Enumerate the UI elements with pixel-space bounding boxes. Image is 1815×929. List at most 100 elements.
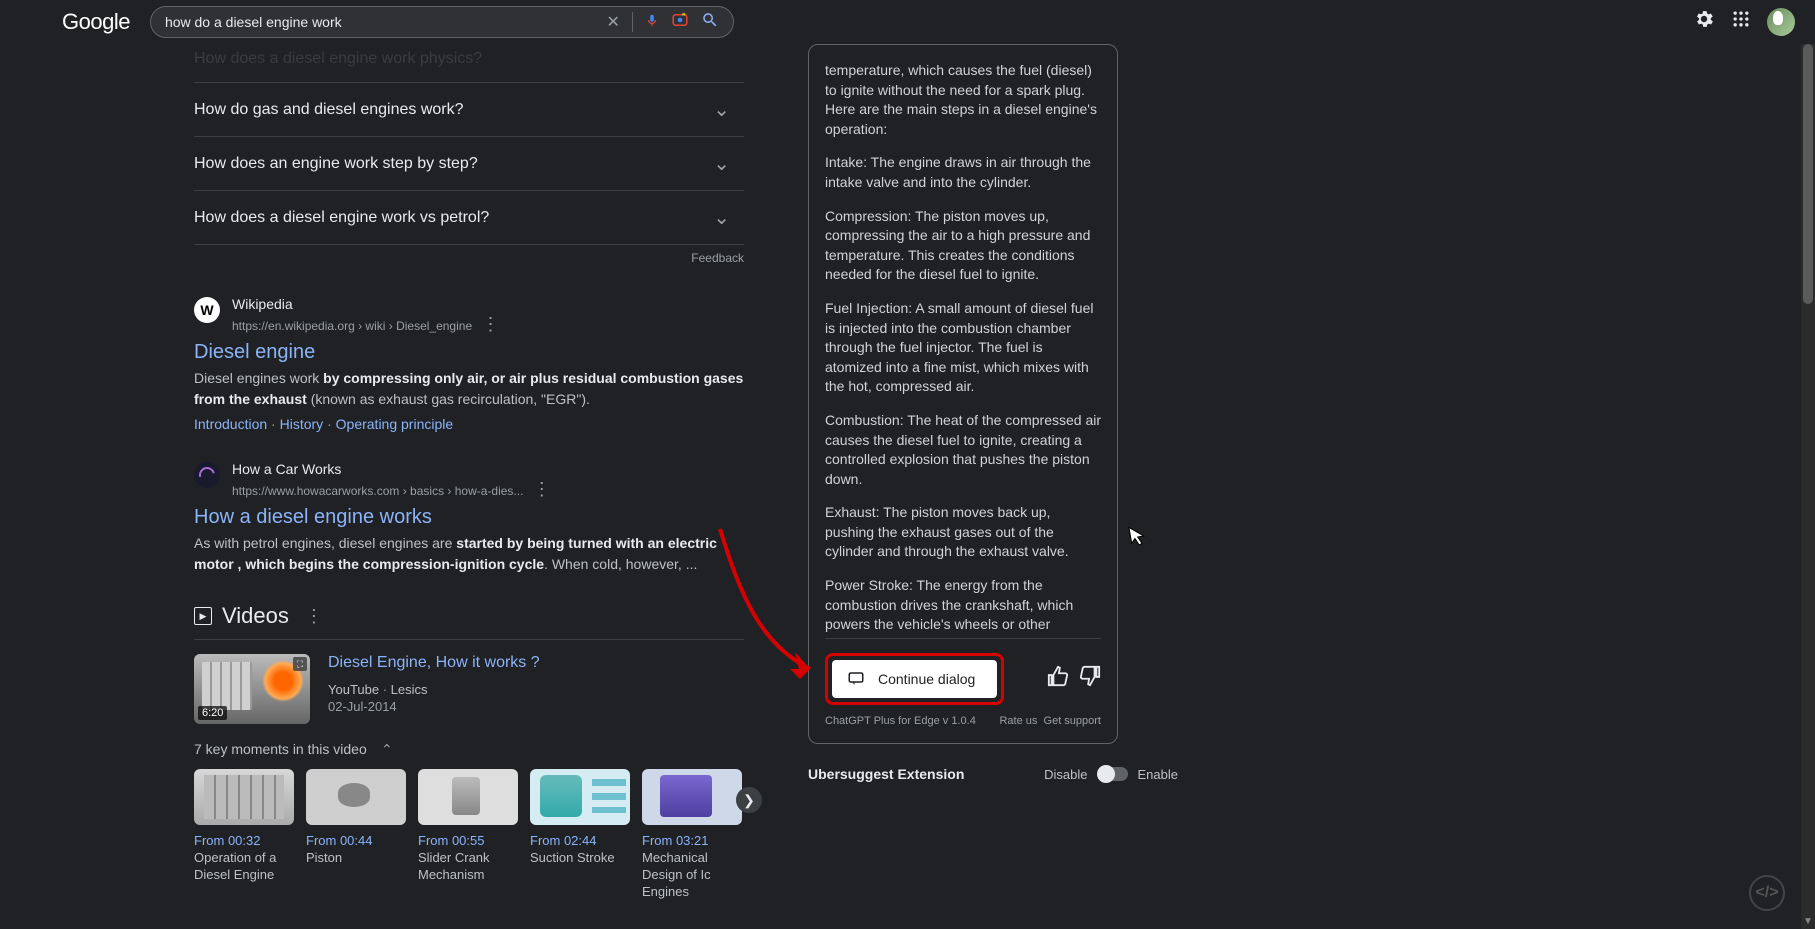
- chevron-down-icon: ⌄: [713, 205, 730, 230]
- moment-item[interactable]: From 02:44 Suction Stroke: [530, 769, 630, 901]
- key-moments-toggle[interactable]: 7 key moments in this video ⌄: [194, 740, 744, 757]
- moment-title: Piston: [306, 850, 406, 867]
- result-source: Wikipedia: [232, 295, 744, 313]
- enable-label: Enable: [1138, 767, 1178, 782]
- result-howacarworks: How a Car Works https://www.howacarworks…: [194, 460, 744, 575]
- toggle-switch[interactable]: [1098, 767, 1128, 781]
- paa-item[interactable]: How do gas and diesel engines work? ⌄: [194, 82, 744, 136]
- code-extension-icon[interactable]: </>: [1749, 875, 1785, 911]
- moment-title: Suction Stroke: [530, 850, 630, 867]
- results-column: How does a diesel engine work physics? H…: [194, 44, 744, 901]
- voice-search-icon[interactable]: [645, 11, 659, 34]
- expand-icon: ⛶: [293, 657, 307, 671]
- result-title-link[interactable]: Diesel engine: [194, 341, 315, 364]
- ubersuggest-toggle: Disable Enable: [1044, 767, 1178, 782]
- feedback-link[interactable]: Feedback: [194, 251, 744, 265]
- moment-item[interactable]: From 00:32 Operation of a Diesel Engine: [194, 769, 294, 901]
- moment-timestamp: From 02:44: [530, 833, 630, 848]
- paa-question-text: How does a diesel engine work physics?: [194, 50, 482, 68]
- video-title-link[interactable]: Diesel Engine, How it works ?: [328, 654, 540, 672]
- moment-timestamp: From 00:44: [306, 833, 406, 848]
- paa-question-text: How does a diesel engine work vs petrol?: [194, 209, 489, 227]
- paa-item-cutoff[interactable]: How does a diesel engine work physics?: [194, 44, 744, 82]
- paa-question-text: How does an engine work step by step?: [194, 155, 478, 173]
- sitelink[interactable]: History: [280, 416, 324, 432]
- video-duration: 6:20: [198, 706, 227, 720]
- chatgpt-response: temperature, which causes the fuel (dies…: [825, 61, 1101, 638]
- ubersuggest-row: Ubersuggest Extension Disable Enable: [808, 766, 1178, 782]
- result-url: https://en.wikipedia.org › wiki › Diesel…: [232, 314, 744, 335]
- next-arrow-button[interactable]: ❯: [736, 787, 762, 813]
- ubersuggest-title: Ubersuggest Extension: [808, 766, 964, 782]
- scrollbar[interactable]: ▲ ▼: [1801, 0, 1815, 929]
- moment-item[interactable]: From 00:44 Piston: [306, 769, 406, 901]
- result-wikipedia: W Wikipedia https://en.wikipedia.org › w…: [194, 295, 744, 432]
- moment-thumbnail: [418, 769, 518, 825]
- paa-question-text: How do gas and diesel engines work?: [194, 101, 464, 119]
- videos-title: Videos: [222, 603, 289, 629]
- sitelink[interactable]: Operating principle: [336, 416, 454, 432]
- continue-highlight: Continue dialog: [825, 653, 1004, 705]
- result-url: https://www.howacarworks.com › basics › …: [232, 479, 744, 500]
- divider: [632, 12, 633, 32]
- paa-block: How does a diesel engine work physics? H…: [194, 44, 744, 265]
- play-icon: ▶: [194, 607, 212, 625]
- header-right: [1693, 8, 1795, 36]
- continue-label: Continue dialog: [878, 671, 975, 687]
- chatgpt-side-panel: temperature, which causes the fuel (dies…: [808, 44, 1118, 744]
- videos-heading: ▶ Videos ⋮: [194, 603, 744, 640]
- support-link[interactable]: Get support: [1044, 715, 1101, 727]
- feedback-thumbs: [1047, 665, 1101, 693]
- scroll-thumb[interactable]: [1803, 44, 1813, 304]
- chevron-down-icon: ⌄: [713, 151, 730, 176]
- search-input[interactable]: [165, 14, 607, 30]
- moment-thumbnail: [642, 769, 742, 825]
- more-icon[interactable]: ⋮: [475, 314, 505, 335]
- scroll-down-icon[interactable]: ▼: [1801, 915, 1815, 929]
- clear-icon[interactable]: ✕: [607, 12, 620, 32]
- sitelink[interactable]: Introduction: [194, 416, 267, 432]
- search-icons: ✕: [607, 11, 719, 34]
- avatar[interactable]: [1767, 8, 1795, 36]
- more-icon[interactable]: ⋮: [527, 479, 557, 500]
- continue-dialog-button[interactable]: Continue dialog: [832, 660, 997, 698]
- video-meta: YouTube · Lesics: [328, 682, 540, 697]
- search-bar[interactable]: ✕: [150, 6, 734, 38]
- lens-icon[interactable]: [671, 11, 689, 34]
- thumbs-up-icon[interactable]: [1047, 665, 1069, 693]
- chevron-down-icon: ⌄: [713, 97, 730, 122]
- video-main: ⛶ 6:20 Diesel Engine, How it works ? You…: [194, 654, 744, 724]
- favicon-icon: [194, 462, 220, 488]
- video-date: 02-Jul-2014: [328, 699, 540, 714]
- header: Google ✕: [0, 0, 1815, 44]
- result-source: How a Car Works: [232, 460, 744, 478]
- rate-link[interactable]: Rate us: [999, 715, 1037, 727]
- moment-timestamp: From 00:32: [194, 833, 294, 848]
- disable-label: Disable: [1044, 767, 1087, 782]
- search-icon[interactable]: [701, 11, 719, 34]
- key-moments-row: From 00:32 Operation of a Diesel Engine …: [194, 769, 744, 901]
- thumbs-down-icon[interactable]: [1079, 665, 1101, 693]
- moment-timestamp: From 03:21: [642, 833, 742, 848]
- more-icon[interactable]: ⋮: [299, 606, 329, 627]
- result-title-link[interactable]: How a diesel engine works: [194, 506, 432, 529]
- result-sitelinks: Introduction · History · Operating princ…: [194, 416, 744, 432]
- version-label: ChatGPT Plus for Edge v 1.0.4: [825, 715, 976, 727]
- side-actions: Continue dialog: [825, 638, 1101, 705]
- paa-item[interactable]: How does an engine work step by step? ⌄: [194, 136, 744, 190]
- side-footer: ChatGPT Plus for Edge v 1.0.4 Rate us Ge…: [825, 715, 1101, 727]
- moment-item[interactable]: From 00:55 Slider Crank Mechanism: [418, 769, 518, 901]
- moment-item[interactable]: From 03:21 Mechanical Design of Ic Engin…: [642, 769, 742, 901]
- moment-thumbnail: [530, 769, 630, 825]
- paa-item[interactable]: How does a diesel engine work vs petrol?…: [194, 190, 744, 245]
- apps-icon[interactable]: [1731, 9, 1751, 35]
- key-moments-label: 7 key moments in this video: [194, 741, 367, 757]
- moment-title: Mechanical Design of Ic Engines: [642, 850, 742, 901]
- chevron-up-icon: ⌄: [381, 740, 393, 757]
- google-logo[interactable]: Google: [62, 9, 130, 35]
- video-thumbnail[interactable]: ⛶ 6:20: [194, 654, 310, 724]
- result-snippet: As with petrol engines, diesel engines a…: [194, 533, 744, 575]
- result-snippet: Diesel engines work by compressing only …: [194, 368, 744, 410]
- settings-icon[interactable]: [1693, 8, 1715, 36]
- favicon-icon: W: [194, 297, 220, 323]
